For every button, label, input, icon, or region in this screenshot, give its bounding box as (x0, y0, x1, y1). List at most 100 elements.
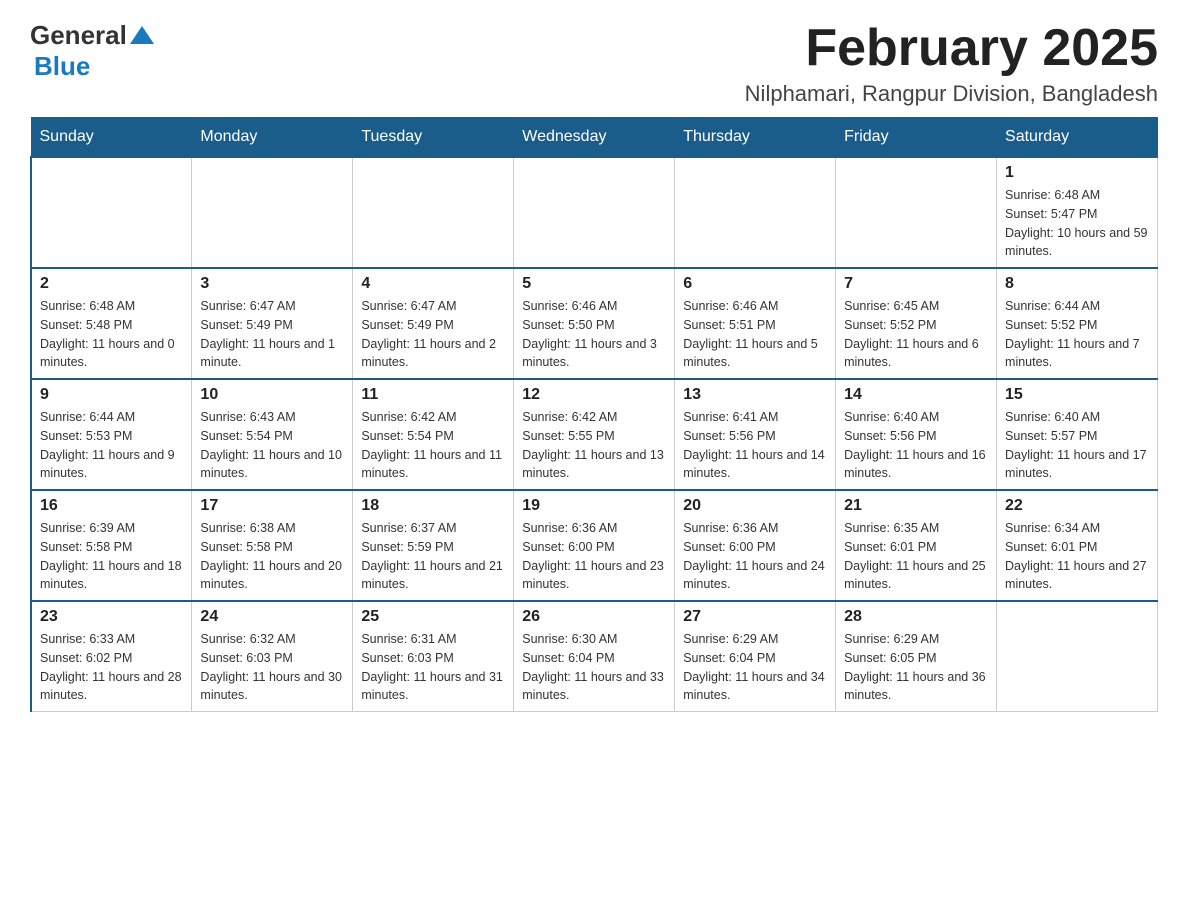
day-info: Sunrise: 6:43 AMSunset: 5:54 PMDaylight:… (200, 408, 344, 483)
day-number: 6 (683, 275, 827, 293)
calendar-table: SundayMondayTuesdayWednesdayThursdayFrid… (30, 117, 1158, 712)
day-info: Sunrise: 6:41 AMSunset: 5:56 PMDaylight:… (683, 408, 827, 483)
calendar-cell: 25 Sunrise: 6:31 AMSunset: 6:03 PMDayligh… (353, 601, 514, 712)
weekday-header-wednesday: Wednesday (514, 118, 675, 158)
title-area: February 2025 Nilphamari, Rangpur Divisi… (745, 20, 1158, 107)
weekday-header-tuesday: Tuesday (353, 118, 514, 158)
day-info: Sunrise: 6:47 AMSunset: 5:49 PMDaylight:… (200, 297, 344, 372)
day-info: Sunrise: 6:35 AMSunset: 6:01 PMDaylight:… (844, 519, 988, 594)
calendar-week-row: 1 Sunrise: 6:48 AMSunset: 5:47 PMDaylight… (31, 157, 1158, 268)
day-info: Sunrise: 6:42 AMSunset: 5:55 PMDaylight:… (522, 408, 666, 483)
day-number: 24 (200, 608, 344, 626)
calendar-cell: 19 Sunrise: 6:36 AMSunset: 6:00 PMDayligh… (514, 490, 675, 601)
calendar-cell: 17 Sunrise: 6:38 AMSunset: 5:58 PMDayligh… (192, 490, 353, 601)
calendar-cell (353, 157, 514, 268)
day-number: 11 (361, 386, 505, 404)
calendar-cell: 20Sunrise: 6:36 AMSunset: 6:00 PMDayligh… (675, 490, 836, 601)
calendar-cell (997, 601, 1158, 712)
calendar-cell: 5 Sunrise: 6:46 AMSunset: 5:50 PMDaylight… (514, 268, 675, 379)
calendar-cell: 18 Sunrise: 6:37 AMSunset: 5:59 PMDayligh… (353, 490, 514, 601)
calendar-cell: 26Sunrise: 6:30 AMSunset: 6:04 PMDayligh… (514, 601, 675, 712)
calendar-cell: 10Sunrise: 6:43 AMSunset: 5:54 PMDayligh… (192, 379, 353, 490)
calendar-cell: 22 Sunrise: 6:34 AMSunset: 6:01 PMDayligh… (997, 490, 1158, 601)
calendar-cell: 7 Sunrise: 6:45 AMSunset: 5:52 PMDaylight… (836, 268, 997, 379)
logo-blue-text: Blue (34, 51, 90, 81)
calendar-cell: 12 Sunrise: 6:42 AMSunset: 5:55 PMDayligh… (514, 379, 675, 490)
day-info: Sunrise: 6:36 AMSunset: 6:00 PMDaylight:… (683, 519, 827, 594)
day-info: Sunrise: 6:40 AMSunset: 5:57 PMDaylight:… (1005, 408, 1149, 483)
day-info: Sunrise: 6:39 AMSunset: 5:58 PMDaylight:… (40, 519, 183, 594)
day-info: Sunrise: 6:34 AMSunset: 6:01 PMDaylight:… (1005, 519, 1149, 594)
calendar-header: SundayMondayTuesdayWednesdayThursdayFrid… (31, 118, 1158, 158)
day-info: Sunrise: 6:42 AMSunset: 5:54 PMDaylight:… (361, 408, 505, 483)
logo-general-text: General (30, 20, 127, 51)
day-number: 2 (40, 275, 183, 293)
day-number: 19 (522, 497, 666, 515)
calendar-cell: 2 Sunrise: 6:48 AMSunset: 5:48 PMDaylight… (31, 268, 192, 379)
day-info: Sunrise: 6:31 AMSunset: 6:03 PMDaylight:… (361, 630, 505, 705)
calendar-cell: 3 Sunrise: 6:47 AMSunset: 5:49 PMDaylight… (192, 268, 353, 379)
day-number: 1 (1005, 164, 1149, 182)
day-number: 25 (361, 608, 505, 626)
day-info: Sunrise: 6:46 AMSunset: 5:51 PMDaylight:… (683, 297, 827, 372)
weekday-header-saturday: Saturday (997, 118, 1158, 158)
day-number: 14 (844, 386, 988, 404)
day-number: 17 (200, 497, 344, 515)
day-number: 3 (200, 275, 344, 293)
day-number: 22 (1005, 497, 1149, 515)
calendar-body: 1 Sunrise: 6:48 AMSunset: 5:47 PMDaylight… (31, 157, 1158, 712)
day-info: Sunrise: 6:47 AMSunset: 5:49 PMDaylight:… (361, 297, 505, 372)
day-info: Sunrise: 6:46 AMSunset: 5:50 PMDaylight:… (522, 297, 666, 372)
calendar-cell: 27Sunrise: 6:29 AMSunset: 6:04 PMDayligh… (675, 601, 836, 712)
day-number: 18 (361, 497, 505, 515)
day-number: 8 (1005, 275, 1149, 293)
main-title: February 2025 (745, 20, 1158, 77)
day-info: Sunrise: 6:37 AMSunset: 5:59 PMDaylight:… (361, 519, 505, 594)
day-info: Sunrise: 6:44 AMSunset: 5:52 PMDaylight:… (1005, 297, 1149, 372)
weekday-header-thursday: Thursday (675, 118, 836, 158)
day-number: 28 (844, 608, 988, 626)
calendar-cell (514, 157, 675, 268)
day-number: 4 (361, 275, 505, 293)
calendar-cell: 9Sunrise: 6:44 AMSunset: 5:53 PMDaylight… (31, 379, 192, 490)
day-info: Sunrise: 6:38 AMSunset: 5:58 PMDaylight:… (200, 519, 344, 594)
day-info: Sunrise: 6:29 AMSunset: 6:04 PMDaylight:… (683, 630, 827, 705)
day-info: Sunrise: 6:48 AMSunset: 5:47 PMDaylight:… (1005, 186, 1149, 261)
day-info: Sunrise: 6:30 AMSunset: 6:04 PMDaylight:… (522, 630, 666, 705)
calendar-cell (836, 157, 997, 268)
day-number: 16 (40, 497, 183, 515)
day-info: Sunrise: 6:29 AMSunset: 6:05 PMDaylight:… (844, 630, 988, 705)
calendar-week-row: 2 Sunrise: 6:48 AMSunset: 5:48 PMDaylight… (31, 268, 1158, 379)
calendar-cell: 23 Sunrise: 6:33 AMSunset: 6:02 PMDayligh… (31, 601, 192, 712)
calendar-cell: 24 Sunrise: 6:32 AMSunset: 6:03 PMDayligh… (192, 601, 353, 712)
day-info: Sunrise: 6:45 AMSunset: 5:52 PMDaylight:… (844, 297, 988, 372)
day-number: 13 (683, 386, 827, 404)
weekday-header-sunday: Sunday (31, 118, 192, 158)
day-info: Sunrise: 6:44 AMSunset: 5:53 PMDaylight:… (40, 408, 183, 483)
calendar-cell: 13 Sunrise: 6:41 AMSunset: 5:56 PMDayligh… (675, 379, 836, 490)
day-number: 15 (1005, 386, 1149, 404)
weekday-header-friday: Friday (836, 118, 997, 158)
day-info: Sunrise: 6:48 AMSunset: 5:48 PMDaylight:… (40, 297, 183, 372)
day-info: Sunrise: 6:33 AMSunset: 6:02 PMDaylight:… (40, 630, 183, 705)
calendar-cell: 15 Sunrise: 6:40 AMSunset: 5:57 PMDayligh… (997, 379, 1158, 490)
day-number: 21 (844, 497, 988, 515)
calendar-week-row: 9Sunrise: 6:44 AMSunset: 5:53 PMDaylight… (31, 379, 1158, 490)
calendar-week-row: 16 Sunrise: 6:39 AMSunset: 5:58 PMDayligh… (31, 490, 1158, 601)
day-info: Sunrise: 6:40 AMSunset: 5:56 PMDaylight:… (844, 408, 988, 483)
calendar-week-row: 23 Sunrise: 6:33 AMSunset: 6:02 PMDayligh… (31, 601, 1158, 712)
header: General Blue February 2025 Nilphamari, R… (30, 20, 1158, 107)
day-number: 5 (522, 275, 666, 293)
day-number: 7 (844, 275, 988, 293)
calendar-cell: 4 Sunrise: 6:47 AMSunset: 5:49 PMDaylight… (353, 268, 514, 379)
calendar-cell: 16 Sunrise: 6:39 AMSunset: 5:58 PMDayligh… (31, 490, 192, 601)
calendar-cell (675, 157, 836, 268)
day-number: 23 (40, 608, 183, 626)
day-number: 12 (522, 386, 666, 404)
logo: General Blue (30, 20, 154, 82)
day-info: Sunrise: 6:36 AMSunset: 6:00 PMDaylight:… (522, 519, 666, 594)
day-info: Sunrise: 6:32 AMSunset: 6:03 PMDaylight:… (200, 630, 344, 705)
calendar-cell: 8 Sunrise: 6:44 AMSunset: 5:52 PMDaylight… (997, 268, 1158, 379)
calendar-cell: 28 Sunrise: 6:29 AMSunset: 6:05 PMDayligh… (836, 601, 997, 712)
calendar-cell (31, 157, 192, 268)
